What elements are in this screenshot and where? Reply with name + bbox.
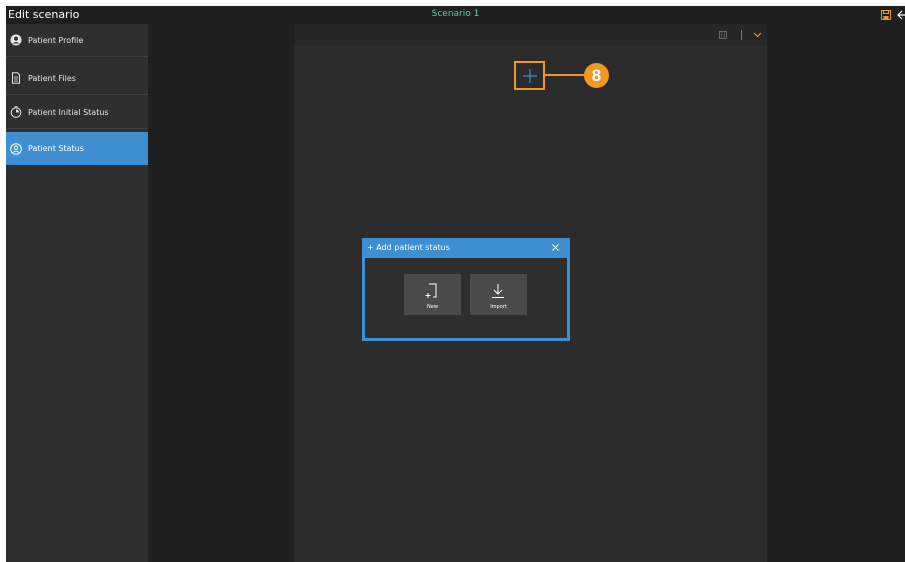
- add-patient-status-dialog: + Add patient status New Import: [362, 238, 570, 341]
- dialog-title: + Add patient status: [367, 243, 450, 252]
- sidebar-item-patient-files[interactable]: Patient Files: [6, 62, 148, 95]
- sidebar-item-patient-profile[interactable]: Patient Profile: [6, 24, 148, 57]
- sidebar-item-patient-initial-status[interactable]: Patient Initial Status: [6, 96, 148, 129]
- document-icon: [12, 72, 20, 84]
- main-content: 8 + Add patient status New Import: [294, 24, 767, 562]
- chevron-down-icon[interactable]: [753, 31, 762, 38]
- right-panel: [767, 24, 905, 562]
- new-button[interactable]: New: [404, 274, 461, 315]
- sidebar-item-label: Patient Files: [28, 73, 76, 83]
- timer-icon: [10, 106, 22, 118]
- main-toolbar: [294, 24, 767, 45]
- person-outline-icon: [10, 142, 22, 155]
- import-arrow-icon: [492, 284, 504, 298]
- new-button-label: New: [427, 304, 438, 310]
- callout-line: [545, 74, 584, 76]
- sidebar-item-label: Patient Profile: [28, 35, 84, 45]
- dialog-header: + Add patient status: [362, 238, 570, 258]
- toolbar-divider: [741, 30, 742, 40]
- new-document-icon: [425, 283, 437, 298]
- plus-icon: [523, 69, 537, 83]
- add-status-button[interactable]: [514, 61, 545, 90]
- person-circle-icon: [10, 34, 22, 46]
- import-button-label: Import: [490, 304, 507, 310]
- save-icon[interactable]: [881, 10, 891, 20]
- app-window: Edit scenario Scenario 1 Patient Profile: [6, 6, 905, 562]
- grid-view-icon[interactable]: [719, 31, 727, 39]
- back-arrow-icon[interactable]: [897, 9, 905, 21]
- status-list-panel: [148, 24, 294, 562]
- sidebar-item-patient-status[interactable]: Patient Status: [6, 132, 148, 165]
- scenario-name: Scenario 1: [431, 9, 480, 19]
- title-bar: Edit scenario Scenario 1: [6, 6, 905, 24]
- sidebar-item-label: Patient Status: [28, 144, 84, 153]
- import-button[interactable]: Import: [470, 274, 527, 315]
- sidebar: Patient Profile Patient Files Patient In…: [6, 24, 148, 562]
- sidebar-item-label: Patient Initial Status: [28, 107, 109, 117]
- callout-badge: 8: [584, 63, 609, 88]
- close-icon[interactable]: [552, 244, 559, 251]
